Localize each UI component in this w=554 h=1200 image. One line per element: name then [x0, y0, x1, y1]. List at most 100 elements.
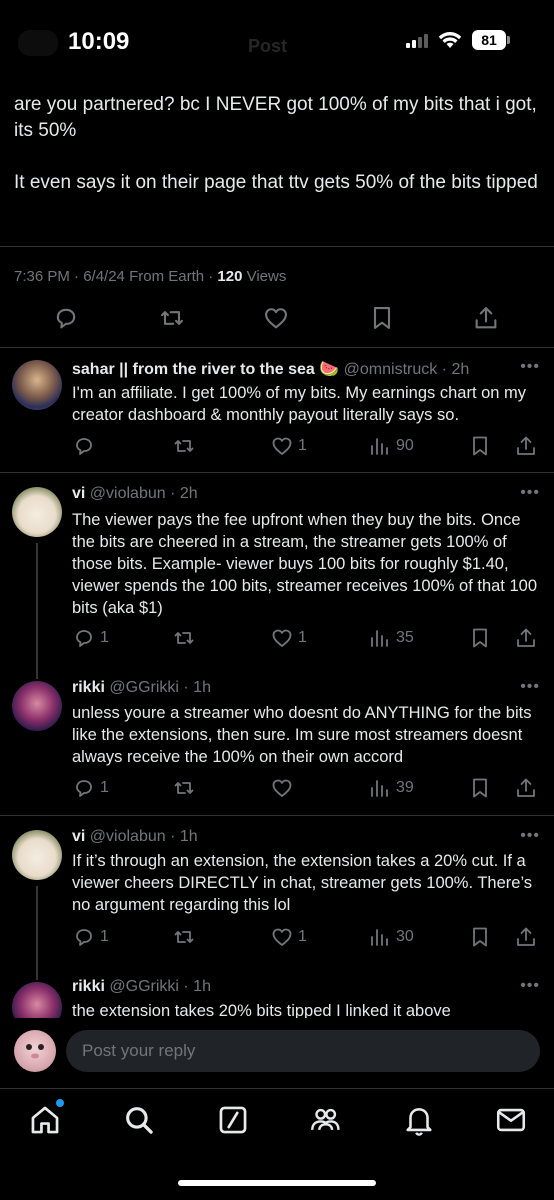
- avatar[interactable]: [12, 681, 62, 731]
- heart-icon: [272, 928, 292, 946]
- post-timestamp: 7:36 PM · 6/4/24 From Earth ·: [14, 268, 218, 285]
- more-icon[interactable]: •••: [520, 358, 540, 376]
- repost-button[interactable]: [172, 925, 196, 949]
- avatar[interactable]: [12, 487, 62, 537]
- views-button[interactable]: 39: [368, 776, 414, 800]
- more-icon[interactable]: •••: [520, 827, 540, 845]
- views-button[interactable]: 30: [368, 925, 414, 949]
- reply-text: If it’s through an extension, the extens…: [72, 852, 533, 914]
- bookmark-button[interactable]: [468, 925, 492, 949]
- tab-search[interactable]: [122, 1103, 156, 1137]
- heart-icon: [272, 437, 292, 455]
- reply-item[interactable]: vi @violabun · 1h ••• If it’s through an…: [0, 816, 554, 966]
- reply-input[interactable]: [66, 1030, 540, 1072]
- thread-line: [36, 665, 38, 679]
- like-button[interactable]: [270, 776, 298, 800]
- reply-header: vi @violabun · 1h: [72, 828, 198, 846]
- like-button[interactable]: 1: [270, 434, 307, 458]
- like-count: 1: [298, 437, 307, 454]
- more-icon[interactable]: •••: [520, 484, 540, 502]
- repost-button[interactable]: [172, 776, 196, 800]
- handle-time: @GGrikki · 1h: [109, 978, 211, 995]
- thread-line: [36, 543, 38, 665]
- bookmark-icon: [473, 778, 487, 798]
- thread-line: [36, 966, 38, 980]
- tab-home[interactable]: [28, 1099, 64, 1137]
- search-icon: [126, 1107, 153, 1134]
- tab-communities[interactable]: [308, 1103, 342, 1137]
- handle-time: @violabun · 2h: [89, 485, 198, 502]
- share-button[interactable]: [514, 925, 538, 949]
- reply-header: rikki @GGrikki · 1h: [72, 679, 211, 697]
- reply-actions: 1 1 35: [72, 626, 542, 650]
- more-icon[interactable]: •••: [520, 678, 540, 696]
- reply-text: the extension takes 20% bits tipped I li…: [72, 1002, 451, 1018]
- bookmark-button[interactable]: [468, 626, 492, 650]
- share-button[interactable]: [514, 434, 538, 458]
- reply-icon: [76, 780, 92, 797]
- reply-item[interactable]: rikki @GGrikki · 1h ••• unless youre a s…: [0, 665, 554, 815]
- reply-button[interactable]: 1: [72, 776, 109, 800]
- views-button[interactable]: 90: [368, 434, 414, 458]
- reply-count: 1: [100, 928, 109, 945]
- views-count: 120: [217, 268, 243, 285]
- like-button[interactable]: 1: [270, 626, 307, 650]
- share-icon[interactable]: [472, 304, 500, 332]
- views-icon: [371, 630, 388, 647]
- like-button[interactable]: 1: [270, 925, 307, 949]
- repost-icon[interactable]: [158, 304, 186, 332]
- grok-icon: [219, 1106, 247, 1134]
- display-name[interactable]: rikki: [72, 978, 105, 995]
- bookmark-icon: [473, 927, 487, 947]
- reply-actions: 1 90: [72, 434, 542, 458]
- reply-text: The viewer pays the fee upfront when the…: [72, 511, 538, 617]
- back-button[interactable]: [18, 30, 58, 56]
- bookmark-button[interactable]: [468, 434, 492, 458]
- bookmark-button[interactable]: [468, 776, 492, 800]
- reply-icon[interactable]: [52, 304, 80, 332]
- heart-icon: [272, 779, 292, 797]
- status-icons: 81: [406, 30, 510, 50]
- reply-item[interactable]: vi @violabun · 2h ••• The viewer pays th…: [0, 473, 554, 665]
- bookmark-icon[interactable]: [368, 304, 396, 332]
- home-icon: [31, 1106, 59, 1134]
- post-paragraph: It even says it on their page that ttv g…: [14, 172, 538, 193]
- avatar[interactable]: [12, 360, 62, 410]
- display-name[interactable]: vi: [72, 485, 85, 502]
- reply-item[interactable]: rikki @GGrikki · 1h ••• the extension ta…: [0, 966, 554, 1018]
- avatar-image: [26, 1044, 44, 1059]
- notifications-icon: [406, 1108, 432, 1136]
- post-actions: [0, 304, 554, 334]
- views-button[interactable]: 35: [368, 626, 414, 650]
- reply-button[interactable]: 1: [72, 925, 109, 949]
- views-icon: [371, 438, 388, 455]
- avatar[interactable]: [12, 830, 62, 880]
- reply-count: 1: [100, 629, 109, 646]
- my-avatar[interactable]: [14, 1030, 56, 1072]
- repost-icon: [174, 440, 194, 452]
- tab-grok[interactable]: [216, 1103, 250, 1137]
- reply-header: vi @violabun · 2h: [72, 485, 198, 503]
- display-name[interactable]: sahar || from the river to the sea 🍉: [72, 361, 339, 378]
- reply-actions: 1 39: [72, 776, 542, 800]
- share-button[interactable]: [514, 626, 538, 650]
- more-icon[interactable]: •••: [520, 977, 540, 995]
- repost-button[interactable]: [172, 626, 196, 650]
- reply-text: I'm an affiliate. I get 100% of my bits.…: [72, 384, 527, 424]
- tab-messages[interactable]: [494, 1103, 528, 1137]
- share-button[interactable]: [514, 776, 538, 800]
- heart-icon[interactable]: [262, 304, 290, 332]
- bookmark-icon: [473, 436, 487, 456]
- display-name[interactable]: vi: [72, 828, 85, 845]
- battery-level: 81: [472, 30, 506, 50]
- tab-notifications[interactable]: [402, 1103, 436, 1137]
- repost-icon: [174, 782, 194, 794]
- repost-button[interactable]: [172, 434, 196, 458]
- reply-button[interactable]: [72, 434, 100, 458]
- reply-button[interactable]: 1: [72, 626, 109, 650]
- reply-item[interactable]: sahar || from the river to the sea 🍉 @om…: [0, 348, 554, 472]
- avatar[interactable]: [12, 982, 62, 1018]
- display-name[interactable]: rikki: [72, 679, 105, 696]
- views-count: 30: [396, 928, 414, 945]
- notification-dot: [56, 1099, 64, 1107]
